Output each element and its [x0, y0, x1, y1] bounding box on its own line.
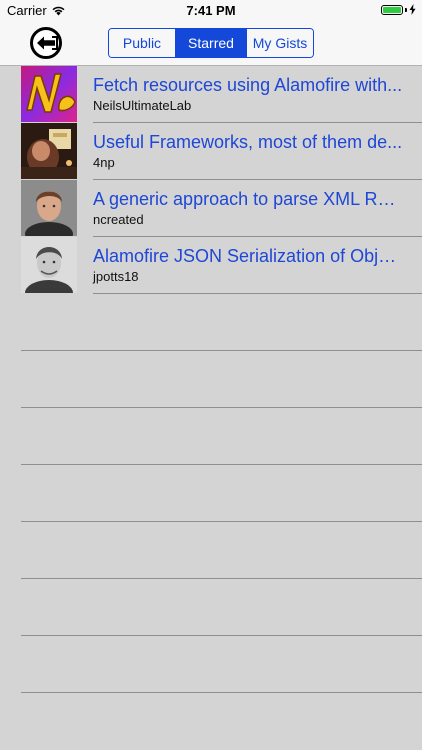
gist-list: Fetch resources using Alamofire with... …: [0, 66, 422, 693]
list-item[interactable]: A generic approach to parse XML RE... nc…: [0, 180, 422, 237]
colorful-logo-avatar: [21, 66, 77, 122]
empty-row: [0, 636, 422, 693]
empty-row: [0, 294, 422, 351]
segment-starred[interactable]: Starred: [176, 29, 247, 57]
avatar: [21, 123, 77, 179]
empty-row: [0, 465, 422, 522]
avatar: [21, 237, 77, 293]
gist-owner: ncreated: [93, 212, 144, 227]
gist-filter-segmented-control: Public Starred My Gists: [108, 28, 314, 58]
logout-arrow-icon: [30, 27, 62, 59]
battery-cap: [405, 7, 407, 12]
person-avatar: [21, 180, 77, 236]
clock: 7:41 PM: [186, 3, 236, 18]
gist-owner: NeilsUltimateLab: [93, 98, 192, 113]
list-item[interactable]: Fetch resources using Alamofire with... …: [0, 66, 422, 123]
list-item[interactable]: Alamofire JSON Serialization of Obje... …: [0, 237, 422, 294]
charging-bolt-icon: [409, 4, 416, 15]
navigation-bar: Public Starred My Gists: [0, 22, 422, 66]
person-avatar: [21, 237, 77, 293]
logout-button[interactable]: [28, 27, 66, 59]
gist-title: Useful Frameworks, most of them de...: [93, 132, 403, 152]
gist-owner: jpotts18: [93, 269, 139, 284]
empty-row: [0, 351, 422, 408]
empty-row: [0, 522, 422, 579]
battery-icon: [381, 4, 403, 15]
gist-title: A generic approach to parse XML RE...: [93, 189, 403, 209]
avatar: [21, 180, 77, 236]
segment-public[interactable]: Public: [109, 29, 176, 57]
battery-fill: [383, 6, 401, 13]
photo-avatar: [21, 123, 77, 179]
segment-my-gists[interactable]: My Gists: [247, 29, 313, 57]
empty-row: [0, 579, 422, 636]
list-item[interactable]: Useful Frameworks, most of them de... 4n…: [0, 123, 422, 180]
gist-title: Alamofire JSON Serialization of Obje...: [93, 246, 403, 266]
battery-indicator: [381, 4, 416, 15]
status-bar: Carrier 7:41 PM: [0, 0, 422, 22]
gist-title: Fetch resources using Alamofire with...: [93, 75, 403, 95]
gist-owner: 4np: [93, 155, 115, 170]
empty-row: [0, 408, 422, 465]
row-separator: [21, 692, 422, 693]
avatar: [21, 66, 77, 122]
